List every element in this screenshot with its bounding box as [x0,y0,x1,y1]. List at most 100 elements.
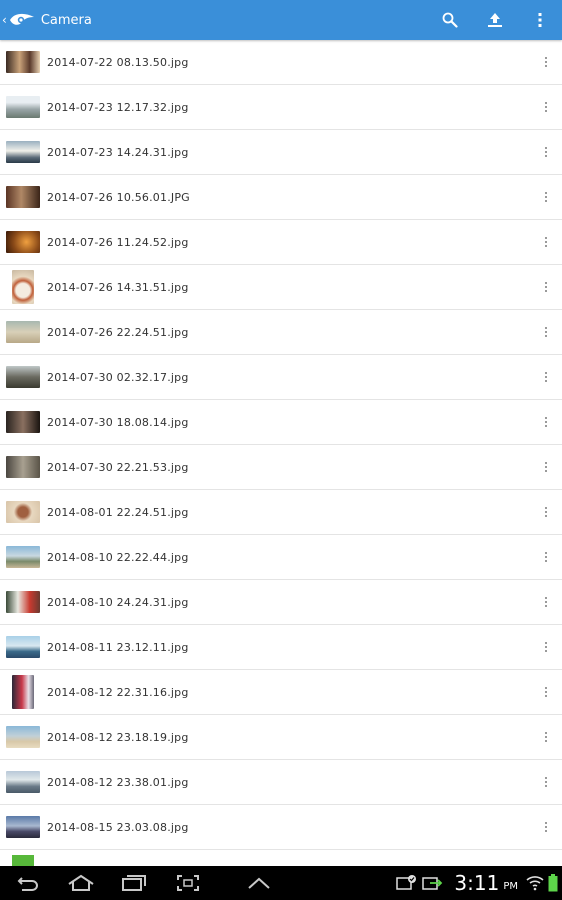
file-name: 2014-08-10 22.22.44.jpg [47,550,189,564]
file-name: 2014-08-12 23.38.01.jpg [47,775,189,789]
list-item[interactable]: 2014-08-01 22.24.51.jpg [0,490,562,535]
list-item[interactable]: 2014-08-12 22.31.16.jpg [0,670,562,715]
photo-thumbnail [6,186,40,208]
file-name: 2014-07-30 18.08.14.jpg [47,415,189,429]
screenshot-icon [177,875,199,891]
toolbar-actions [427,0,562,40]
home-icon [68,874,94,891]
file-list: 2014-07-22 08.13.50.jpg 2014-07-23 12.17… [0,40,562,866]
chevron-left-icon: ‹ [2,13,7,27]
item-more-button[interactable] [538,625,554,669]
item-more-button[interactable] [538,535,554,579]
more-vertical-icon [545,642,547,652]
item-more-button[interactable] [538,265,554,309]
app-bar: ‹ Camera [0,0,562,40]
list-item[interactable]: 2014-08-10 24.24.31.jpg [0,580,562,625]
list-item[interactable]: 2014-07-22 08.13.50.jpg [0,40,562,85]
file-type-icon [12,855,34,866]
item-more-button[interactable] [538,130,554,174]
nav-up-button[interactable] [214,866,304,900]
list-item[interactable]: 2014-07-26 22.24.51.jpg [0,310,562,355]
chevron-up-icon [248,877,270,889]
item-more-button[interactable] [538,355,554,399]
back-button[interactable]: ‹ [0,0,36,40]
more-vertical-icon [545,552,547,562]
list-item[interactable]: 2014-08-12 23.18.19.jpg [0,715,562,760]
search-button[interactable] [427,0,472,40]
file-name: 2014-07-26 22.24.51.jpg [47,325,189,339]
nav-home-button[interactable] [56,866,106,900]
list-item[interactable]: 2014-07-26 14.31.51.jpg [0,265,562,310]
more-vertical-icon [545,147,547,157]
app-logo-icon [9,13,34,25]
photo-thumbnail [6,96,40,118]
list-item[interactable]: 2014-07-30 18.08.14.jpg [0,400,562,445]
item-more-button[interactable] [538,220,554,264]
item-more-button[interactable] [538,175,554,219]
photo-thumbnail [6,411,40,433]
page-title: Camera [40,12,92,28]
file-name: 2014-08-12 22.31.16.jpg [47,685,189,699]
more-vertical-icon [545,102,547,112]
file-name: 2014-08-11 23.12.11.jpg [47,640,189,654]
file-name: 2014-07-30 22.21.53.jpg [47,460,189,474]
system-navigation-bar: 3:11 PM [0,866,562,900]
list-item[interactable]: 2014-07-23 12.17.32.jpg [0,85,562,130]
back-arrow-icon [17,877,38,891]
file-name: 2014-07-30 02.32.17.jpg [47,370,189,384]
battery-icon [548,874,558,892]
file-name: 2014-07-26 11.24.52.jpg [47,235,189,249]
photo-thumbnail [6,816,40,838]
screen-mirror-icon [396,875,417,890]
more-vertical-icon [545,192,547,202]
photo-thumbnail [6,501,40,523]
nav-back-button[interactable] [0,866,56,900]
item-more-button[interactable] [538,715,554,759]
item-more-button[interactable] [538,85,554,129]
recent-apps-icon [122,875,146,891]
overflow-menu-button[interactable] [517,0,562,40]
photo-thumbnail [6,366,40,388]
more-vertical-icon [545,417,547,427]
more-vertical-icon [545,327,547,337]
more-vertical-icon [545,507,547,517]
list-item[interactable]: 2014-08-15 23.03.08.jpg [0,805,562,850]
item-more-button[interactable] [538,490,554,534]
item-more-button[interactable] [538,310,554,354]
status-area: 3:11 PM [396,866,562,900]
file-name: 2014-07-26 14.31.51.jpg [47,280,189,294]
nav-recent-apps-button[interactable] [106,866,162,900]
photo-thumbnail [6,231,40,253]
item-more-button[interactable] [538,805,554,849]
nav-screenshot-button[interactable] [162,866,214,900]
wifi-icon [526,876,544,891]
photo-thumbnail [6,726,40,748]
item-more-button[interactable] [538,580,554,624]
list-item[interactable]: 2014-07-23 14.24.31.jpg [0,130,562,175]
file-name: 2014-07-22 08.13.50.jpg [47,55,189,69]
photo-thumbnail [6,546,40,568]
item-more-button[interactable] [538,670,554,714]
sync-icon [422,877,443,890]
photo-thumbnail [12,675,34,709]
list-item[interactable]: 2014-08-10 22.22.44.jpg [0,535,562,580]
upload-button[interactable] [472,0,517,40]
more-vertical-icon [545,687,547,697]
file-name: 2014-08-10 24.24.31.jpg [47,595,189,609]
photo-thumbnail [6,141,40,163]
list-item[interactable]: 2014-07-30 22.21.53.jpg [0,445,562,490]
file-name: 2014-07-23 12.17.32.jpg [47,100,189,114]
list-item[interactable]: 2014-07-26 11.24.52.jpg [0,220,562,265]
item-more-button[interactable] [538,760,554,804]
list-item[interactable]: 2014-07-26 10.56.01.JPG [0,175,562,220]
list-item[interactable]: 2014-07-30 02.32.17.jpg [0,355,562,400]
item-more-button[interactable] [538,400,554,444]
upload-icon [487,13,502,27]
list-item[interactable]: 2014-08-11 23.12.11.jpg [0,625,562,670]
overflow-menu-icon [538,13,541,27]
clock-ampm: PM [503,880,518,892]
photo-thumbnail [6,321,40,343]
item-more-button[interactable] [538,445,554,489]
item-more-button[interactable] [538,40,554,84]
list-item[interactable]: 2014-08-12 23.38.01.jpg [0,760,562,805]
